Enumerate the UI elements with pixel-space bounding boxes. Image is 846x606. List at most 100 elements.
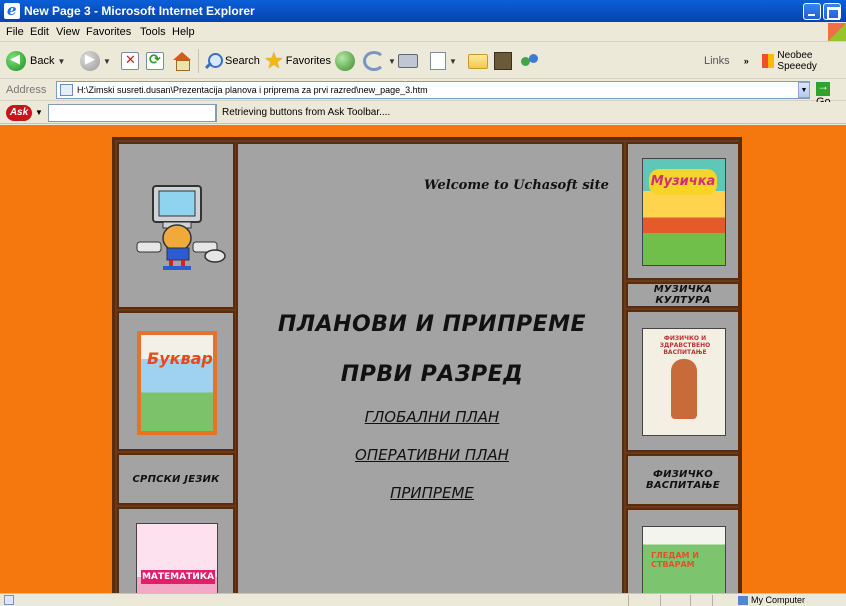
- ask-search-input[interactable]: [48, 104, 216, 122]
- go-arrow-icon: [816, 79, 830, 96]
- title-bar: New Page 3 - Microsoft Internet Explorer: [0, 0, 846, 22]
- media-icon: [335, 51, 355, 71]
- art-book-cell[interactable]: ГЛЕДАМ И СТВАРАМ: [626, 508, 740, 593]
- history-dropdown-icon[interactable]: ▼: [388, 57, 396, 66]
- back-label: Back: [30, 55, 55, 67]
- address-value: H:\Zimski susreti.dusan\Prezentacija pla…: [77, 85, 428, 95]
- address-label: Address: [6, 84, 47, 96]
- links-label: Links: [704, 55, 730, 67]
- messenger-button[interactable]: [520, 49, 540, 73]
- printer-icon: [398, 54, 418, 68]
- go-button[interactable]: Go: [816, 79, 846, 108]
- search-button[interactable]: Search: [204, 49, 260, 73]
- operational-plan-link[interactable]: ОПЕРАТИВНИ ПЛАН: [238, 446, 626, 464]
- search-icon: [204, 52, 223, 70]
- page-viewport[interactable]: Буквар СРПСКИ ЈЕЗИК МАТЕМАТИКА Welcome t…: [0, 125, 846, 593]
- refresh-icon: [146, 52, 164, 70]
- ask-toolbar: Ask ▼ Retrieving buttons from Ask Toolba…: [0, 102, 846, 124]
- kid-computer-cell: [117, 142, 235, 309]
- ask-logo-icon[interactable]: Ask: [6, 105, 32, 121]
- research-icon: [494, 52, 512, 70]
- music-culture-label[interactable]: МУЗИЧКА КУЛТУРА: [626, 282, 740, 308]
- favorites-label: Favorites: [285, 55, 331, 67]
- folder-icon: [468, 53, 488, 69]
- bukvar-book-cell[interactable]: Буквар: [117, 311, 235, 451]
- global-plan-link[interactable]: ГЛОБАЛНИ ПЛАН: [238, 408, 626, 426]
- media-button[interactable]: [335, 49, 355, 73]
- ask-dropdown-icon[interactable]: ▼: [35, 108, 43, 117]
- menu-tools[interactable]: Tools: [140, 26, 166, 38]
- windows-logo-icon: [828, 23, 846, 41]
- links-toolbar[interactable]: Links »: [704, 49, 749, 73]
- status-divider: [628, 595, 629, 606]
- page-layout-table: Буквар СРПСКИ ЈЕЗИК МАТЕМАТИКА Welcome t…: [112, 137, 742, 593]
- home-button[interactable]: [172, 49, 192, 73]
- favorites-star-icon: ★: [264, 48, 284, 73]
- music-book-cell[interactable]: Музичка: [626, 142, 740, 280]
- back-button[interactable]: Back ▼: [6, 49, 65, 73]
- bukvar-book-cover[interactable]: Буквар: [137, 331, 217, 435]
- preparations-link[interactable]: ПРИПРЕМЕ: [238, 484, 626, 502]
- home-icon: [172, 52, 192, 71]
- art-book-cover[interactable]: ГЛЕДАМ И СТВАРАМ: [642, 526, 726, 593]
- address-input[interactable]: H:\Zimski susreti.dusan\Prezentacija pla…: [56, 81, 810, 99]
- forward-button[interactable]: ▼: [80, 49, 111, 73]
- research-button[interactable]: [494, 49, 512, 73]
- maximize-button[interactable]: [823, 3, 841, 20]
- pe-book-cover[interactable]: ФИЗИЧКО И ЗДРАВСТВЕНО ВАСПИТАЊЕ: [642, 328, 726, 436]
- athlete-figure-icon: [671, 359, 697, 419]
- neobee-label: Neobee Speeedy: [777, 50, 817, 72]
- refresh-button[interactable]: [146, 49, 164, 73]
- menu-help[interactable]: Help: [172, 26, 195, 38]
- status-divider: [690, 595, 691, 606]
- print-button[interactable]: [398, 49, 418, 73]
- menu-favorites[interactable]: Favorites: [86, 26, 131, 38]
- neobee-button[interactable]: Neobee Speeedy: [762, 49, 846, 73]
- pe-book-cell[interactable]: ФИЗИЧКО И ЗДРАВСТВЕНО ВАСПИТАЊЕ: [626, 310, 740, 452]
- computer-icon: [738, 596, 748, 606]
- address-bar: Address H:\Zimski susreti.dusan\Prezenta…: [0, 79, 846, 108]
- menu-file[interactable]: File: [6, 26, 24, 38]
- menu-edit[interactable]: Edit: [30, 26, 49, 38]
- serbian-language-label[interactable]: СРПСКИ ЈЕЗИК: [117, 453, 235, 505]
- messenger-icon: [520, 52, 540, 70]
- standard-toolbar: Back ▼ ▼ Search ★ Favorites ▼ ▼: [0, 43, 846, 79]
- minimize-button[interactable]: [803, 3, 821, 20]
- music-book-title: Музичка: [649, 169, 717, 195]
- kid-at-computer-icon: [136, 185, 226, 270]
- edit-dropdown-icon[interactable]: ▼: [449, 57, 457, 66]
- ask-separator: [216, 104, 217, 122]
- stop-button[interactable]: [121, 49, 139, 73]
- history-button[interactable]: ▼: [363, 49, 396, 73]
- welcome-text: Welcome to Uchasoft site: [424, 178, 609, 193]
- zone-label: My Computer: [751, 595, 806, 605]
- back-dropdown-icon[interactable]: ▼: [57, 57, 65, 66]
- music-book-cover[interactable]: Музичка: [642, 158, 726, 266]
- address-dropdown-icon[interactable]: ▼: [798, 82, 810, 98]
- favorites-button[interactable]: ★ Favorites: [264, 49, 331, 73]
- history-icon: [363, 51, 385, 71]
- neobee-icon: [762, 54, 775, 68]
- toolbar-separator: [198, 49, 199, 73]
- page-icon: [60, 84, 73, 96]
- plans-heading: ПЛАНОВИ И ПРИПРЕМЕ: [277, 312, 587, 337]
- stop-icon: [121, 52, 139, 70]
- search-label: Search: [225, 55, 260, 67]
- ie-logo-icon: [4, 1, 20, 19]
- chevron-right-icon[interactable]: »: [744, 56, 749, 66]
- back-arrow-icon: [6, 51, 26, 71]
- edit-button[interactable]: ▼: [430, 49, 457, 73]
- edit-page-icon: [430, 52, 446, 70]
- menu-view[interactable]: View: [56, 26, 80, 38]
- page-status-icon: [4, 595, 14, 605]
- status-divider: [712, 595, 713, 606]
- physical-education-label[interactable]: ФИЗИЧКО ВАСПИТАЊЕ: [626, 454, 740, 506]
- forward-arrow-icon: [80, 51, 100, 71]
- first-grade-heading: ПРВИ РАЗРЕД: [340, 362, 524, 387]
- forward-dropdown-icon[interactable]: ▼: [103, 57, 111, 66]
- pe-book-title: ФИЗИЧКО И ЗДРАВСТВЕНО ВАСПИТАЊЕ: [659, 335, 711, 356]
- art-book-title: ГЛЕДАМ И СТВАРАМ: [651, 551, 699, 569]
- folder-button[interactable]: [468, 49, 488, 73]
- math-book-cell[interactable]: МАТЕМАТИКА: [117, 507, 235, 593]
- math-book-cover[interactable]: МАТЕМАТИКА: [136, 523, 218, 593]
